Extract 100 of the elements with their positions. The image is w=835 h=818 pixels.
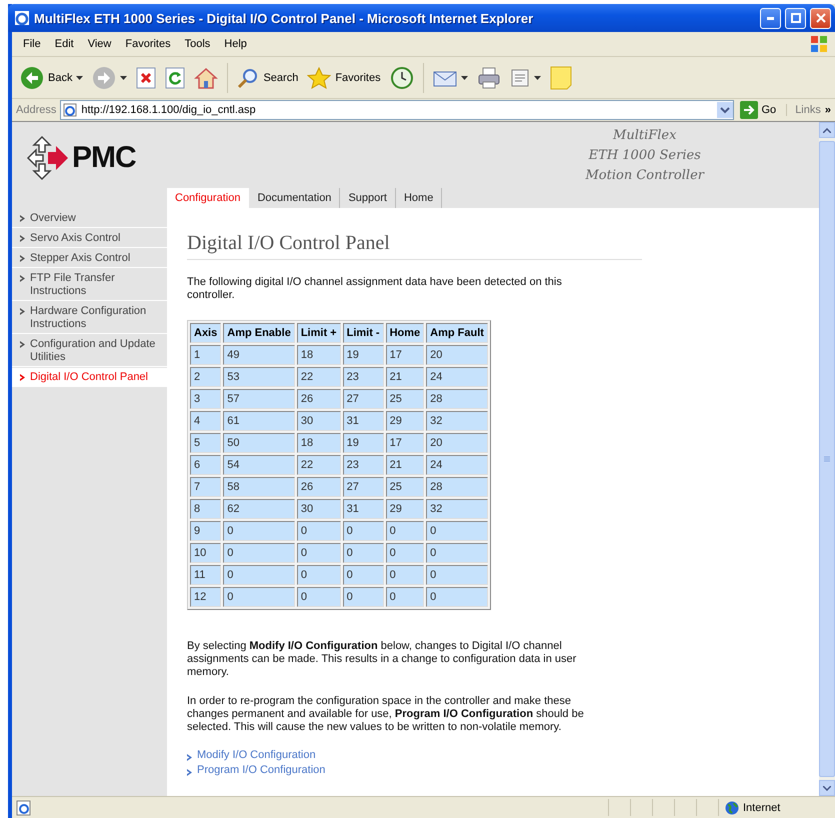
table-cell: 62 [223, 499, 295, 519]
bullet-icon [20, 215, 26, 222]
search-icon [237, 66, 260, 88]
table-cell: 22 [296, 455, 341, 475]
table-cell: 4 [190, 411, 222, 431]
table-cell: 22 [296, 367, 341, 387]
table-cell: 20 [426, 433, 488, 453]
nav-tab[interactable]: Documentation [249, 188, 340, 208]
close-button[interactable] [810, 8, 831, 28]
note-icon [550, 66, 572, 90]
menu-item[interactable]: Help [217, 38, 254, 50]
menu-item[interactable]: Tools [178, 38, 218, 50]
table-cell: 0 [223, 587, 295, 607]
page-icon [63, 103, 78, 117]
close-icon [816, 13, 826, 23]
product-title: ETH 1000 Series [588, 147, 701, 165]
home-icon [194, 66, 218, 88]
menu-item[interactable]: Favorites [118, 38, 178, 50]
scrollbar[interactable] [819, 122, 835, 796]
go-button[interactable]: Go [738, 101, 782, 119]
column-header: Amp Enable [223, 323, 295, 343]
menu-item[interactable]: File [16, 38, 48, 50]
zone-label: Internet [743, 802, 780, 814]
table-cell: 7 [190, 477, 222, 497]
table-cell: 58 [223, 477, 295, 497]
action-link[interactable]: Modify I/O Configuration [197, 748, 316, 763]
search-button[interactable]: Search [235, 60, 300, 94]
table-cell: 30 [296, 411, 341, 431]
table-cell: 0 [296, 565, 341, 585]
page-heading: Digital I/O Control Panel [187, 232, 642, 260]
intro-text: The following digital I/O channel assignment data have been detected on this controller. [187, 276, 563, 302]
table-cell: 50 [223, 433, 295, 453]
window-title: MultiFlex ETH 1000 Series - Digital I/O Control Panel - Microsoft Internet Explorer [34, 10, 534, 26]
table-cell: 61 [223, 411, 295, 431]
table-cell: 23 [342, 455, 384, 475]
table-cell: 0 [386, 587, 424, 607]
column-header: Axis [190, 323, 222, 343]
clock-icon [390, 66, 414, 90]
table-cell: 53 [223, 367, 295, 387]
table-cell: 17 [386, 345, 424, 365]
menu-item[interactable]: View [80, 38, 118, 50]
table-cell: 31 [342, 411, 384, 431]
back-button[interactable]: Back [18, 60, 86, 94]
address-label: Address [16, 104, 56, 116]
column-header: Home [386, 323, 424, 343]
bullet-icon [20, 275, 26, 282]
table-cell: 23 [342, 367, 384, 387]
product-title: MultiFlex [613, 127, 676, 145]
maximize-icon [790, 13, 800, 23]
table-cell: 6 [190, 455, 222, 475]
document-icon [510, 68, 530, 88]
minimize-button[interactable] [760, 8, 781, 28]
more-chevron[interactable]: » [824, 104, 831, 116]
scroll-down-icon [823, 786, 831, 790]
caret-icon [76, 76, 84, 80]
caret-icon [120, 76, 128, 80]
table-cell: 0 [342, 521, 384, 541]
star-icon [307, 66, 332, 88]
table-cell: 20 [426, 345, 488, 365]
address-field[interactable]: http://192.168.1.100/dig_io_cntl.asp [60, 100, 734, 120]
table-cell: 0 [296, 521, 341, 541]
menu-item[interactable]: Edit [48, 38, 81, 50]
table-cell: 10 [190, 543, 222, 563]
caret-icon [534, 76, 541, 80]
arrows-logo-icon [26, 135, 70, 181]
table-cell: 0 [296, 543, 341, 563]
dropdown-icon[interactable] [716, 102, 732, 118]
table-cell: 26 [296, 389, 341, 409]
nav-tab[interactable]: Support [340, 188, 396, 208]
table-cell: 0 [296, 587, 341, 607]
links-label[interactable]: Links [786, 104, 821, 116]
favorites-button[interactable]: Favorites [305, 60, 383, 94]
table-cell: 0 [386, 565, 424, 585]
table-cell: 18 [296, 345, 341, 365]
nav-tab[interactable]: Home [396, 188, 442, 208]
column-header: Limit - [342, 323, 384, 343]
table-cell: 21 [386, 455, 424, 475]
table-cell: 31 [342, 499, 384, 519]
printer-icon [476, 66, 501, 88]
action-link[interactable]: Program I/O Configuration [197, 763, 326, 778]
minimize-icon [767, 16, 774, 20]
table-cell: 32 [426, 499, 488, 519]
table-cell: 0 [223, 565, 295, 585]
body-text: In order to re-program the configuration space in the controller and make these changes permanent and available for use, Program I/O Configuration should be selected. This will cause the new values to be written to non-volatile memory. [187, 695, 585, 734]
table-cell: 27 [342, 477, 384, 497]
table-cell: 0 [426, 521, 488, 541]
table-cell: 18 [296, 433, 341, 453]
table-cell: 0 [426, 587, 488, 607]
table-cell: 25 [386, 477, 424, 497]
table-cell: 0 [223, 543, 295, 563]
maximize-button[interactable] [785, 8, 806, 28]
table-cell: 24 [426, 455, 488, 475]
sidebar-item[interactable]: Digital I/O Control Panel [12, 368, 167, 387]
bullet-icon [20, 235, 26, 242]
bullet-icon [20, 255, 26, 262]
column-header: Amp Fault [426, 323, 488, 343]
body-text: By selecting Modify I/O Configuration below, changes to Digital I/O channel assignments can be made. This results in a change to configuration data in user memory. [187, 640, 578, 679]
bullet-icon [20, 308, 26, 315]
nav-tab[interactable]: Configuration [167, 188, 250, 208]
table-cell: 17 [386, 433, 424, 453]
